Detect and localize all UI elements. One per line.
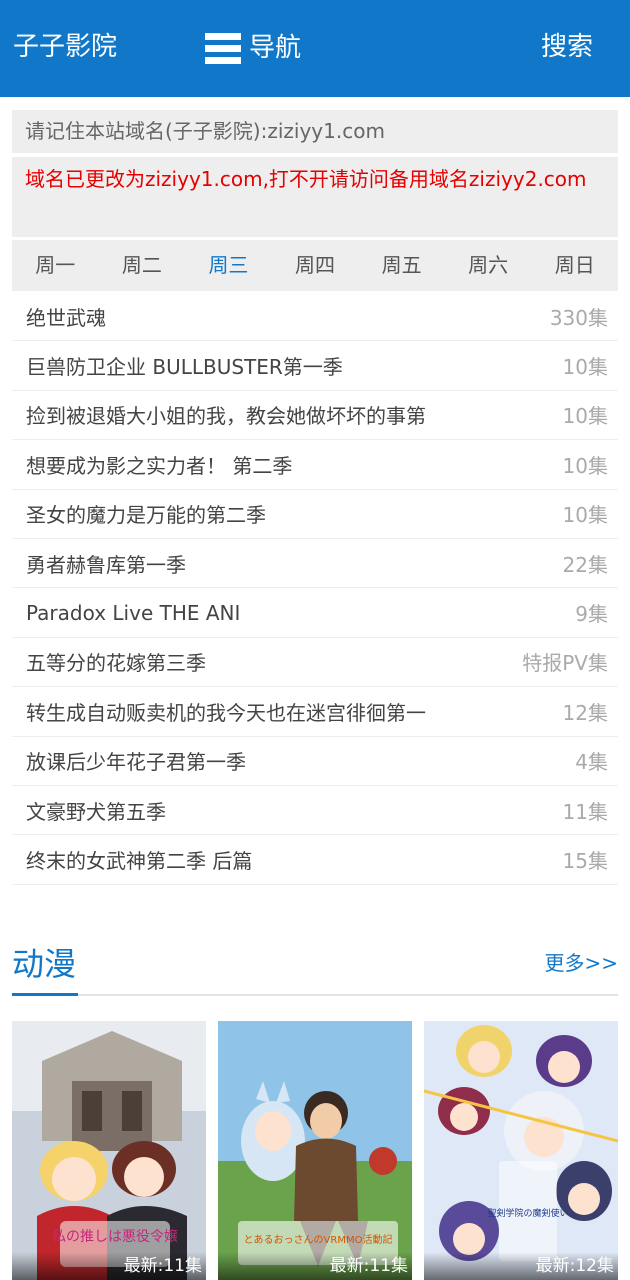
item-title: 巨兽防卫企业 BULLBUSTER第一季 (26, 355, 343, 380)
domain-reminder: 请记住本站域名(子子影院):ziziyy1.com (12, 110, 618, 153)
weekday-tabs: 周一 周二 周三 周四 周五 周六 周日 (12, 240, 618, 291)
latest-episode-label: 最新:11集 (329, 1256, 408, 1276)
item-title: 放课后少年花子君第一季 (26, 750, 246, 775)
schedule-list: 绝世武魂 330集 巨兽防卫企业 BULLBUSTER第一季 10集 捡到被退婚大小… (12, 292, 618, 885)
latest-episode-label: 最新:11集 (123, 1256, 202, 1276)
item-title: 五等分的花嫁第三季 (26, 651, 206, 676)
anime-card[interactable]: 私の推しは悪役令嬢 最新:11集 (12, 1021, 206, 1280)
anime-section-header: 动漫 更多>> (12, 938, 618, 996)
item-episodes: 10集 (562, 355, 608, 380)
item-episodes: 10集 (562, 404, 608, 429)
list-item[interactable]: 文豪野犬第五季 11集 (12, 786, 618, 836)
item-title: 终末的女武神第二季 后篇 (26, 848, 253, 873)
top-bar: 子子影院 导航 搜索 (0, 0, 630, 97)
caption-bar: 最新:11集 (12, 1252, 206, 1280)
tab-sunday[interactable]: 周日 (531, 240, 618, 291)
item-episodes: 10集 (562, 503, 608, 528)
list-item[interactable]: 勇者赫鲁库第一季 22集 (12, 539, 618, 589)
site-title[interactable]: 子子影院 (13, 28, 117, 66)
item-episodes: 11集 (562, 799, 608, 824)
item-episodes: 15集 (562, 848, 608, 873)
poster-title-text: 聖剣学院の魔剣使い (487, 1207, 568, 1219)
anime-card[interactable]: 聖剣学院の魔剣使い 最新:12集 (424, 1021, 618, 1280)
domain-change-notice: 域名已更改为ziziyy1.com,打不开请访问备用域名ziziyy2.com (12, 157, 618, 237)
anime-poster: 聖剣学院の魔剣使い (424, 1021, 618, 1280)
item-title: 绝世武魂 (26, 305, 106, 330)
section-title-underline (12, 993, 78, 996)
section-title: 动漫 (12, 945, 77, 983)
item-episodes: 4集 (575, 750, 608, 775)
list-item[interactable]: 转生成自动贩卖机的我今天也在迷宫徘徊第一 12集 (12, 687, 618, 737)
item-episodes: 12集 (562, 700, 608, 725)
list-item[interactable]: 巨兽防卫企业 BULLBUSTER第一季 10集 (12, 341, 618, 391)
item-episodes: 22集 (562, 552, 608, 577)
list-item[interactable]: Paradox Live THE ANI 9集 (12, 588, 618, 638)
list-item[interactable]: 想要成为影之实力者！ 第二季 10集 (12, 440, 618, 490)
nav-button[interactable]: 导航 (205, 28, 301, 68)
list-item[interactable]: 圣女的魔力是万能的第二季 10集 (12, 490, 618, 539)
item-episodes: 330集 (549, 305, 608, 330)
nav-label: 导航 (249, 33, 302, 63)
list-item[interactable]: 五等分的花嫁第三季 特报PV集 (12, 638, 618, 688)
list-item[interactable]: 终末的女武神第二季 后篇 15集 (12, 835, 618, 885)
poster-title-text: とあるおっさんのVRMMO活動記 (244, 1233, 393, 1246)
list-item[interactable]: 放课后少年花子君第一季 4集 (12, 737, 618, 786)
item-title: 转生成自动贩卖机的我今天也在迷宫徘徊第一 (26, 700, 426, 725)
tab-wednesday[interactable]: 周三 (185, 240, 272, 291)
item-episodes: 9集 (575, 602, 608, 627)
search-button[interactable]: 搜索 (541, 28, 593, 66)
item-title: 勇者赫鲁库第一季 (26, 552, 186, 577)
item-episodes: 特报PV集 (522, 651, 608, 676)
tab-friday[interactable]: 周五 (358, 240, 445, 291)
item-title: 捡到被退婚大小姐的我，教会她做坏坏的事第 (26, 404, 426, 429)
caption-bar: 最新:11集 (218, 1252, 412, 1280)
item-episodes: 10集 (562, 453, 608, 478)
caption-bar: 最新:12集 (424, 1252, 618, 1280)
menu-icon (205, 30, 241, 66)
item-title: 圣女的魔力是万能的第二季 (26, 503, 266, 528)
anime-poster: とあるおっさんのVRMMO活動記 (218, 1021, 412, 1280)
list-item[interactable]: 绝世武魂 330集 (12, 292, 618, 342)
tab-monday[interactable]: 周一 (12, 240, 99, 291)
item-title: 想要成为影之实力者！ 第二季 (26, 453, 293, 478)
anime-card[interactable]: とあるおっさんのVRMMO活動記 最新:11集 (218, 1021, 412, 1280)
anime-grid: 私の推しは悪役令嬢 最新:11集 とあるおっさんのVRMMO活動記 最新:11集 (12, 1021, 618, 1280)
anime-poster: 私の推しは悪役令嬢 (12, 1021, 206, 1280)
tab-saturday[interactable]: 周六 (445, 240, 532, 291)
list-item[interactable]: 捡到被退婚大小姐的我，教会她做坏坏的事第 10集 (12, 391, 618, 441)
item-title: Paradox Live THE ANI (26, 600, 241, 625)
tab-tuesday[interactable]: 周二 (99, 240, 186, 291)
latest-episode-label: 最新:12集 (535, 1256, 614, 1276)
tab-thursday[interactable]: 周四 (272, 240, 359, 291)
poster-title-text: 私の推しは悪役令嬢 (52, 1229, 178, 1245)
more-link[interactable]: 更多>> (544, 948, 618, 978)
item-title: 文豪野犬第五季 (26, 799, 166, 824)
